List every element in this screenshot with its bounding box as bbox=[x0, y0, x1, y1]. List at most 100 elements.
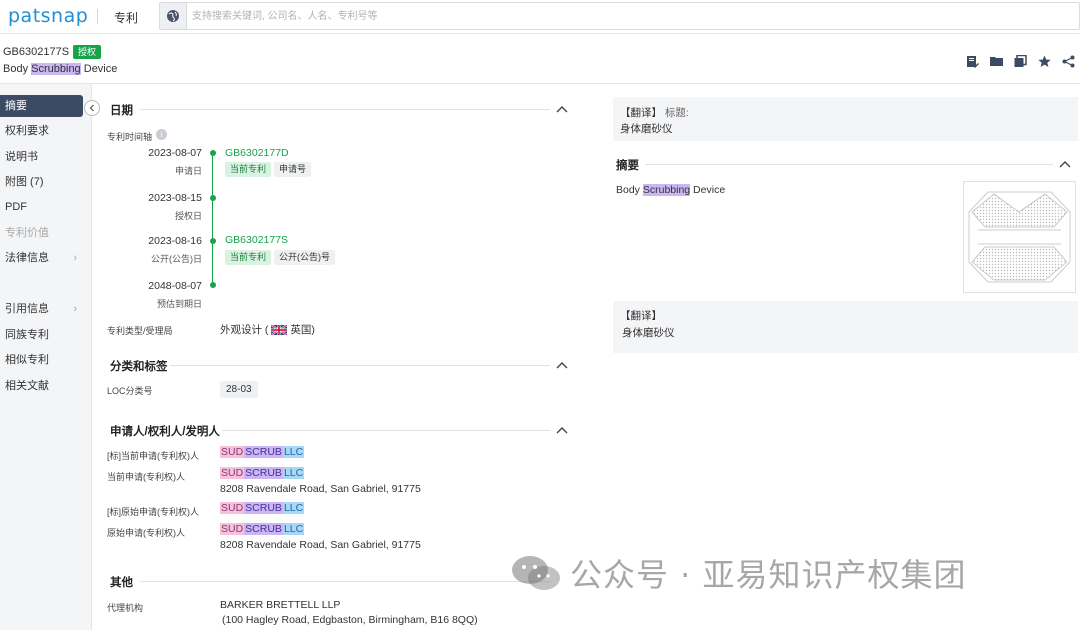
sidebar-item-label: 相关文献 bbox=[5, 380, 49, 392]
sidebar-item-claims[interactable]: 权利要求 bbox=[0, 120, 83, 142]
collapse-up-icon[interactable] bbox=[556, 425, 568, 435]
patsnap-logo[interactable]: patsnap bbox=[8, 5, 88, 27]
sidebar-item-related[interactable]: 相关文献 bbox=[0, 375, 83, 397]
agent-name[interactable]: BARKER BRETTELL LLP bbox=[220, 599, 340, 611]
party-label: 当前申请(专利权)人 bbox=[107, 472, 185, 482]
party-name-part: LLC bbox=[282, 502, 305, 514]
divider bbox=[645, 164, 1053, 165]
chevron-right-icon: › bbox=[73, 252, 77, 264]
tag-application-number: 申请号 bbox=[274, 162, 312, 177]
sidebar-item-figures[interactable]: 附图 (7) bbox=[0, 171, 83, 193]
agent-address: (100 Hagley Road, Edgbaston, Birmingham,… bbox=[222, 614, 478, 626]
title-translation-box: 【翻译】 标题: 身体磨砂仪 bbox=[613, 97, 1078, 141]
nav-patent[interactable]: 专利 bbox=[114, 9, 138, 26]
party-name-part: LLC bbox=[282, 467, 305, 479]
chevron-left-icon bbox=[89, 104, 94, 112]
folder-icon[interactable] bbox=[988, 53, 1004, 69]
star-icon[interactable] bbox=[1036, 53, 1052, 69]
timeline-dot bbox=[209, 238, 216, 244]
collapse-up-icon[interactable] bbox=[556, 104, 568, 114]
sidebar-item-family[interactable]: 同族专利 bbox=[0, 324, 83, 346]
timeline-date: 2023-08-07 bbox=[148, 147, 202, 159]
title-text: Device bbox=[80, 63, 118, 75]
sidebar-item-similar[interactable]: 相似专利 bbox=[0, 349, 83, 371]
divider bbox=[140, 109, 550, 110]
sidebar-item-citations[interactable]: 引用信息 › bbox=[0, 298, 83, 320]
timeline-label: 专利时间轴 bbox=[107, 132, 153, 142]
tag-current-patent: 当前专利 bbox=[225, 250, 272, 265]
translation-field: 标题: bbox=[664, 107, 689, 119]
sidebar-collapse-button[interactable] bbox=[84, 100, 100, 116]
party-name-link[interactable]: SUD SCRUB LLC bbox=[220, 446, 305, 458]
info-icon[interactable]: i bbox=[156, 129, 167, 140]
header-actions bbox=[964, 53, 1076, 69]
timeline-date-label: 授权日 bbox=[174, 211, 202, 221]
divider bbox=[170, 365, 550, 366]
translation-tag: 【翻译】 bbox=[620, 107, 662, 119]
abstract-text-part: Device bbox=[690, 184, 726, 196]
sidebar-item-label: 权利要求 bbox=[5, 125, 49, 137]
party-label: 原始申请(专利权)人 bbox=[107, 528, 185, 538]
abstract-text-part: Body bbox=[616, 184, 643, 196]
collapse-up-icon[interactable] bbox=[1059, 159, 1071, 169]
patent-title: Body Scrubbing Device bbox=[3, 63, 117, 75]
sidebar-item-label: 相似专利 bbox=[5, 354, 49, 366]
abstract-translation-value: 身体磨砂仪 bbox=[622, 327, 675, 339]
abstract-highlight: Scrubbing bbox=[642, 184, 691, 196]
sidebar-item-pdf[interactable]: PDF bbox=[0, 196, 83, 218]
sidebar-item-label: 摘要 bbox=[5, 100, 27, 112]
patent-type-text: 外观设计 ( bbox=[220, 324, 269, 336]
party-name-part: SUD bbox=[220, 446, 245, 458]
party-name-part: SUD bbox=[220, 502, 245, 514]
search-input[interactable] bbox=[192, 3, 1052, 29]
party-name-link[interactable]: SUD SCRUB LLC bbox=[220, 502, 305, 514]
loc-value[interactable]: 28-03 bbox=[220, 381, 258, 398]
watermark-text: 公众号 · 亚易知识产权集团 bbox=[570, 556, 967, 594]
party-label: [标]原始申请(专利权)人 bbox=[107, 507, 199, 517]
translation-tag: 【翻译】 bbox=[620, 310, 662, 322]
timeline-line bbox=[212, 152, 213, 285]
party-name-part: SUD bbox=[220, 523, 245, 535]
edit-note-icon[interactable] bbox=[964, 53, 980, 69]
title-highlight: Scrubbing bbox=[31, 63, 81, 75]
sidebar-item-label: PDF bbox=[5, 201, 27, 213]
divider bbox=[222, 430, 550, 431]
status-badge: 授权 bbox=[73, 45, 102, 59]
party-name-link[interactable]: SUD SCRUB LLC bbox=[220, 523, 305, 535]
design-drawing-thumbnail[interactable] bbox=[963, 181, 1076, 293]
party-name-part: SCRUB bbox=[244, 502, 283, 514]
timeline-dot bbox=[209, 195, 216, 201]
top-bar: patsnap 专利 bbox=[0, 0, 1080, 34]
sidebar-item-legal[interactable]: 法律信息 › bbox=[0, 247, 83, 269]
sidebar-item-description[interactable]: 说明书 bbox=[0, 146, 83, 168]
abstract-translation-box: 【翻译】 身体磨砂仪 bbox=[613, 301, 1078, 353]
globe-icon[interactable] bbox=[160, 3, 187, 29]
timeline-dot bbox=[209, 282, 216, 288]
timeline-date-label: 公开(公告)日 bbox=[151, 254, 202, 264]
sidebar-item-value: 专利价值 bbox=[0, 222, 83, 244]
section-title-classification: 分类和标签 bbox=[110, 361, 168, 373]
agent-label: 代理机构 bbox=[107, 603, 144, 613]
search-box bbox=[159, 2, 1080, 30]
party-name-part: SCRUB bbox=[244, 467, 283, 479]
collapse-up-icon[interactable] bbox=[556, 360, 568, 370]
party-address: 8208 Ravendale Road, San Gabriel, 91775 bbox=[220, 483, 421, 495]
application-number-link[interactable]: GB6302177D bbox=[225, 147, 289, 159]
patent-type-value: 外观设计 ( 英国) bbox=[220, 322, 315, 337]
sidebar-item-label: 同族专利 bbox=[5, 329, 49, 341]
sidebar-item-label: 引用信息 bbox=[5, 303, 49, 315]
party-label: [标]当前申请(专利权)人 bbox=[107, 451, 199, 461]
wechat-icon bbox=[512, 556, 560, 590]
section-title-other: 其他 bbox=[110, 577, 133, 589]
uk-flag-icon bbox=[271, 324, 288, 335]
sidebar-item-abstract[interactable]: 摘要 bbox=[0, 95, 83, 117]
title-translation-header: 【翻译】 标题: bbox=[620, 105, 689, 120]
sidebar-item-label: 附图 (7) bbox=[5, 176, 44, 188]
section-title-parties: 申请人/权利人/发明人 bbox=[110, 426, 220, 438]
party-name-link[interactable]: SUD SCRUB LLC bbox=[220, 467, 305, 479]
share-icon[interactable] bbox=[1060, 53, 1076, 69]
copy-icon[interactable] bbox=[1012, 53, 1028, 69]
sidebar: 摘要 权利要求 说明书 附图 (7) PDF 专利价值 法律信息 › 引用信息 › … bbox=[0, 84, 92, 630]
chevron-right-icon: › bbox=[73, 303, 77, 315]
publication-number-link[interactable]: GB6302177S bbox=[225, 234, 288, 246]
